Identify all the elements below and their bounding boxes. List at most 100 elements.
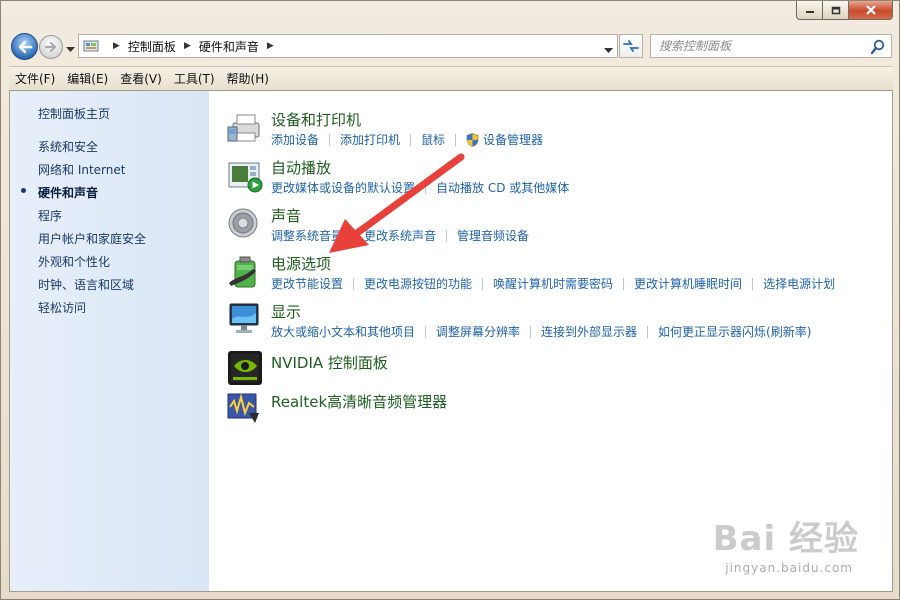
sidebar-home-link[interactable]: 控制面板主页 <box>38 105 110 122</box>
minimize-button[interactable] <box>796 1 823 20</box>
forward-arrow-icon <box>44 41 57 53</box>
wake-password-link[interactable]: 唤醒计算机时需要密码 <box>493 275 613 292</box>
back-button[interactable] <box>11 33 38 60</box>
caption-buttons <box>796 1 893 20</box>
close-button[interactable] <box>849 1 893 20</box>
link-divider <box>530 325 532 338</box>
menu-bar: 文件(F) 编辑(E) 查看(V) 工具(T) 帮助(H) <box>9 66 893 90</box>
address-dropdown-button[interactable] <box>604 43 613 57</box>
current-item-bullet-icon <box>21 188 26 193</box>
close-icon <box>865 5 876 15</box>
sidebar-item-network[interactable]: 网络和 Internet <box>38 161 125 178</box>
autoplay-icon <box>228 162 263 193</box>
change-power-saving-link[interactable]: 更改节能设置 <box>271 275 343 292</box>
manage-audio-devices-link[interactable]: 管理音频设备 <box>457 227 529 244</box>
back-arrow-icon <box>18 40 32 53</box>
category-title[interactable]: 声音 <box>271 205 301 226</box>
maximize-icon <box>831 6 840 14</box>
link-divider <box>446 229 448 242</box>
sidebar: 控制面板主页 系统和安全 网络和 Internet 硬件和声音 程序 用户帐户和… <box>10 91 209 591</box>
link-divider <box>425 325 427 338</box>
category-title[interactable]: 显示 <box>271 301 301 322</box>
autoplay-cd-link[interactable]: 自动播放 CD 或其他媒体 <box>436 179 569 196</box>
search-icon[interactable] <box>870 39 886 58</box>
recent-pages-button[interactable] <box>66 42 75 56</box>
link-divider <box>482 277 484 290</box>
link-divider <box>455 133 457 146</box>
chevron-down-icon <box>604 48 613 53</box>
add-device-link[interactable]: 添加设备 <box>271 131 319 148</box>
navigation-bar: ▶ 控制面板 ▶ 硬件和声音 ▶ <box>1 31 899 63</box>
category-title[interactable]: 自动播放 <box>271 157 331 178</box>
category-links: 更改媒体或设备的默认设置 自动播放 CD 或其他媒体 <box>271 179 569 196</box>
maximize-button[interactable] <box>823 1 849 20</box>
monitor-icon <box>229 303 259 333</box>
change-default-media-link[interactable]: 更改媒体或设备的默认设置 <box>271 179 415 196</box>
watermark-url: jingyan.baidu.com <box>725 561 853 575</box>
sidebar-item-user-accounts[interactable]: 用户帐户和家庭安全 <box>38 230 146 247</box>
menu-view[interactable]: 查看(V) <box>114 70 168 87</box>
device-manager-link[interactable]: 设备管理器 <box>483 131 543 148</box>
breadcrumb-control-panel[interactable]: 控制面板 <box>128 38 176 55</box>
search-box[interactable] <box>650 34 892 58</box>
baidu-watermark: Bai 经验 jingyan.baidu.com <box>659 511 859 591</box>
sidebar-item-appearance[interactable]: 外观和个性化 <box>38 253 110 270</box>
category-title[interactable]: NVIDIA 控制面板 <box>271 352 388 373</box>
sleep-time-link[interactable]: 更改计算机睡眠时间 <box>634 275 742 292</box>
refresh-icon <box>623 40 639 52</box>
zoom-text-link[interactable]: 放大或缩小文本和其他项目 <box>271 323 415 340</box>
change-system-sounds-link[interactable]: 更改系统声音 <box>364 227 436 244</box>
adjust-volume-link[interactable]: 调整系统音量 <box>271 227 343 244</box>
watermark-logo: Bai 经验 <box>712 519 859 559</box>
chevron-down-icon <box>66 47 75 52</box>
realtek-icon <box>227 393 259 423</box>
address-bar[interactable]: ▶ 控制面板 ▶ 硬件和声音 ▶ <box>78 34 618 58</box>
link-divider <box>647 325 649 338</box>
sidebar-item-system-security[interactable]: 系统和安全 <box>38 138 98 155</box>
category-links: 更改节能设置 更改电源按钮的功能 唤醒计算机时需要密码 更改计算机睡眠时间 选择… <box>271 275 835 292</box>
refresh-rate-link[interactable]: 如何更正显示器闪烁(刷新率) <box>658 323 811 340</box>
title-bar <box>1 1 899 29</box>
category-links: 放大或缩小文本和其他项目 调整屏幕分辨率 连接到外部显示器 如何更正显示器闪烁(… <box>271 323 811 340</box>
menu-file[interactable]: 文件(F) <box>9 70 61 87</box>
category-links: 添加设备 添加打印机 鼠标 设备管理器 <box>271 131 543 148</box>
speaker-icon <box>228 208 258 238</box>
forward-button[interactable] <box>39 35 63 59</box>
category-links: 调整系统音量 更改系统声音 管理音频设备 <box>271 227 529 244</box>
sidebar-item-ease-of-access[interactable]: 轻松访问 <box>38 299 86 316</box>
link-divider <box>410 133 412 146</box>
choose-power-plan-link[interactable]: 选择电源计划 <box>763 275 835 292</box>
category-title[interactable]: 设备和打印机 <box>271 109 361 130</box>
refresh-button[interactable] <box>619 34 643 58</box>
power-button-function-link[interactable]: 更改电源按钮的功能 <box>364 275 472 292</box>
menu-tools[interactable]: 工具(T) <box>168 70 221 87</box>
sidebar-item-hardware-sound[interactable]: 硬件和声音 <box>38 184 98 201</box>
add-printer-link[interactable]: 添加打印机 <box>340 131 400 148</box>
battery-icon <box>229 256 256 288</box>
nvidia-icon <box>228 351 262 385</box>
control-panel-window: ▶ 控制面板 ▶ 硬件和声音 ▶ 文件(F) 编辑(E) 查看(V) 工具(T)… <box>0 0 900 600</box>
category-title[interactable]: 电源选项 <box>271 253 331 274</box>
category-title[interactable]: Realtek高清晰音频管理器 <box>271 391 447 412</box>
sidebar-item-clock-language[interactable]: 时钟、语言和区域 <box>38 276 134 293</box>
uac-shield-icon <box>466 132 479 147</box>
menu-edit[interactable]: 编辑(E) <box>61 70 114 87</box>
link-divider <box>353 277 355 290</box>
link-divider <box>623 277 625 290</box>
link-divider <box>353 229 355 242</box>
breadcrumb-separator-icon: ▶ <box>183 41 191 51</box>
printer-icon <box>227 114 260 142</box>
breadcrumb-separator-icon: ▶ <box>266 41 274 51</box>
link-divider <box>329 133 331 146</box>
screen-resolution-link[interactable]: 调整屏幕分辨率 <box>436 323 520 340</box>
search-input[interactable] <box>659 39 859 53</box>
link-divider <box>425 181 427 194</box>
breadcrumb-separator-icon: ▶ <box>113 41 120 51</box>
sidebar-item-programs[interactable]: 程序 <box>38 207 62 224</box>
external-display-link[interactable]: 连接到外部显示器 <box>541 323 637 340</box>
menu-help[interactable]: 帮助(H) <box>221 70 275 87</box>
control-panel-icon <box>83 40 99 52</box>
minimize-icon <box>805 11 814 13</box>
mouse-link[interactable]: 鼠标 <box>421 131 445 148</box>
breadcrumb-hardware-sound[interactable]: 硬件和声音 <box>199 38 259 55</box>
